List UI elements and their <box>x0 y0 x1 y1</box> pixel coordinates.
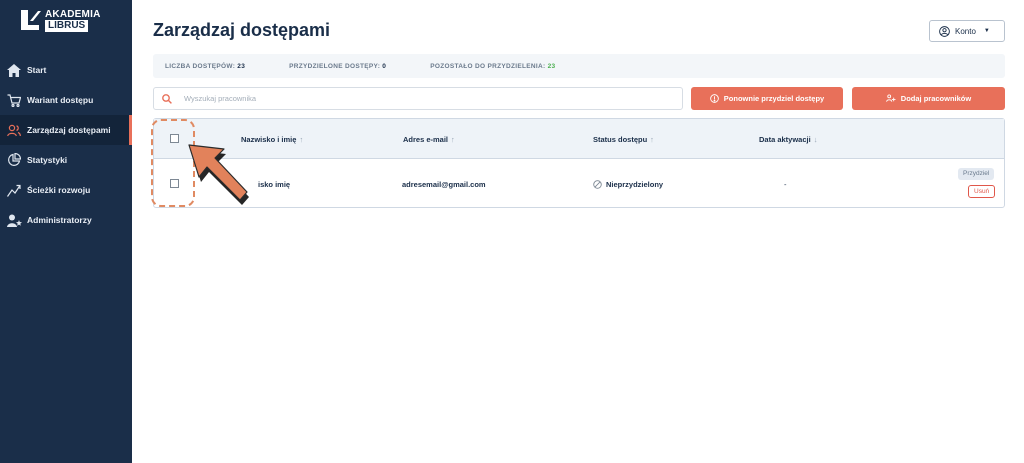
chevron-down-icon: ▼ <box>983 28 990 34</box>
stat-total-value: 23 <box>237 62 246 70</box>
employees-table: Nazwisko i imię ↑ Adres e-mail ↑ Status do… <box>153 118 1005 208</box>
column-header-label: Data aktywacji <box>759 135 811 144</box>
admin-users-icon <box>6 212 22 228</box>
sidebar-item-label: Administratorzy <box>27 215 92 225</box>
pointer-arrow-icon <box>188 144 249 205</box>
sidebar: AKADEMIA LIBRUS Start Wariant dostępu Za… <box>0 0 132 463</box>
logo-text-akademia: AKADEMIA <box>45 9 101 20</box>
logo-mark-icon <box>21 10 41 30</box>
sidebar-item-label: Wariant dostępu <box>27 95 94 105</box>
reassign-access-button[interactable]: Ponownie przydziel dostępy <box>691 87 843 110</box>
sidebar-nav: Start Wariant dostępu Zarządzaj dostępam… <box>0 55 132 235</box>
sort-up-icon: ↑ <box>451 135 455 144</box>
row-status: Nieprzydzielony <box>593 180 663 189</box>
column-header-status[interactable]: Status dostępu ↑ <box>593 135 654 144</box>
sidebar-item-label: Zarządzaj dostępami <box>27 125 111 135</box>
sidebar-item-label: Statystyki <box>27 155 68 165</box>
stat-remaining: POZOSTAŁO DO PRZYDZIELENIA: 23 <box>430 63 555 70</box>
row-email: adresemail@gmail.com <box>402 180 486 189</box>
cart-icon <box>6 92 22 108</box>
sidebar-item-label: Ścieżki rozwoju <box>27 185 91 195</box>
sidebar-item-wariant-dostepu[interactable]: Wariant dostępu <box>0 85 132 115</box>
search-icon <box>162 93 172 104</box>
growth-path-icon <box>6 182 22 198</box>
stats-bar: LICZBA DOSTĘPÓW: 23 PRZYDZIELONE DOSTĘPY… <box>153 54 1005 78</box>
stat-remaining-value: 23 <box>547 62 556 70</box>
main-content: Zarządzaj dostępami Konto ▼ LICZBA DOSTĘ… <box>132 0 1024 463</box>
account-button[interactable]: Konto ▼ <box>929 20 1005 42</box>
users-icon <box>6 122 22 138</box>
sort-up-icon: ↑ <box>299 135 304 144</box>
stat-assigned-value: 0 <box>382 62 387 70</box>
info-circle-icon <box>709 94 719 103</box>
account-label: Konto <box>955 26 976 36</box>
column-header-label: Status dostępu <box>593 135 648 144</box>
sidebar-item-label: Start <box>27 65 47 75</box>
column-header-email[interactable]: Adres e-mail ↑ <box>403 135 455 144</box>
stat-assigned: PRZYDZIELONE DOSTĘPY: 0 <box>289 63 386 70</box>
sidebar-item-start[interactable]: Start <box>0 55 132 85</box>
add-employees-label: Dodaj pracowników <box>900 94 972 103</box>
search-bar <box>153 87 683 110</box>
add-employees-button[interactable]: Dodaj pracowników <box>852 87 1005 110</box>
pie-chart-icon <box>6 152 22 168</box>
stat-total: LICZBA DOSTĘPÓW: 23 <box>165 63 245 70</box>
sidebar-item-administratorzy[interactable]: Administratorzy <box>0 205 132 235</box>
user-circle-icon <box>939 25 950 37</box>
logo-text-librus: LIBRUS <box>45 20 89 32</box>
page-title: Zarządzaj dostępami <box>153 20 331 40</box>
stat-assigned-label: PRZYDZIELONE DOSTĘPY: <box>289 62 381 70</box>
sidebar-item-statystyki[interactable]: Statystyki <box>0 145 132 175</box>
sort-down-icon: ↓ <box>813 135 818 144</box>
column-header-activation-date[interactable]: Data aktywacji ↓ <box>759 135 817 144</box>
table-header: Nazwisko i imię ↑ Adres e-mail ↑ Status do… <box>154 119 1004 159</box>
row-activation-date: - <box>784 180 787 189</box>
table-row: isko imię adresemail@gmail.com Nieprzydz… <box>154 160 1004 208</box>
not-assigned-icon <box>593 180 602 189</box>
add-users-icon <box>885 94 896 103</box>
assign-button[interactable]: Przydziel <box>958 168 995 180</box>
stat-total-label: LICZBA DOSTĘPÓW: <box>165 62 236 70</box>
row-status-label: Nieprzydzielony <box>606 180 664 189</box>
remove-button[interactable]: Usuń <box>968 185 996 198</box>
column-header-label: Adres e-mail <box>403 135 449 144</box>
sidebar-item-sciezki-rozwoju[interactable]: Ścieżki rozwoju <box>0 175 132 205</box>
reassign-access-label: Ponownie przydziel dostępy <box>723 94 825 103</box>
sort-up-icon: ↑ <box>650 135 654 144</box>
search-input[interactable] <box>184 94 664 103</box>
sidebar-item-zarzadzaj-dostepami[interactable]: Zarządzaj dostępami <box>0 115 132 145</box>
home-icon <box>6 62 22 78</box>
akademia-librus-logo[interactable]: AKADEMIA LIBRUS <box>19 8 100 34</box>
stat-remaining-label: POZOSTAŁO DO PRZYDZIELENIA: <box>430 62 546 70</box>
row-name: isko imię <box>258 180 291 189</box>
